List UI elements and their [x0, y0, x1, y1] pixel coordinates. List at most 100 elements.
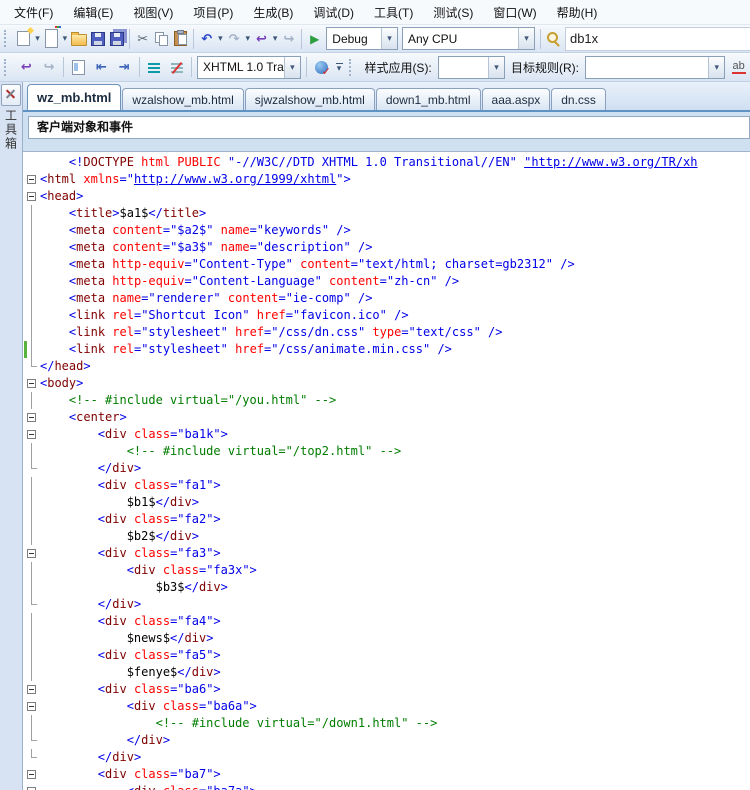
navigate-forward-button[interactable]: ↪	[38, 56, 61, 78]
code-area[interactable]: <!DOCTYPE html PUBLIC "-//W3C//DTD XHTML…	[23, 152, 750, 790]
change-bar	[24, 341, 27, 358]
schema-combo[interactable]: XHTML 1.0 Transitic	[197, 56, 301, 79]
comment-lines-button[interactable]	[143, 56, 166, 78]
tab[interactable]: sjwzalshow_mb.html	[245, 88, 375, 110]
fold-margin	[23, 392, 40, 409]
navigate-forward-icon: ↪	[280, 31, 297, 47]
menu-item[interactable]: 编辑(E)	[63, 0, 123, 25]
redo-button[interactable]: ↷	[225, 28, 244, 50]
start-debug-icon: ▶	[306, 31, 323, 47]
uncomment-lines-button[interactable]	[165, 56, 188, 78]
fold-toggle-icon[interactable]	[23, 375, 40, 392]
copy-button[interactable]	[152, 28, 171, 50]
save-button[interactable]	[88, 28, 107, 50]
fold-toggle-icon[interactable]	[23, 409, 40, 426]
menu-item[interactable]: 生成(B)	[243, 0, 303, 25]
fold-margin	[23, 460, 40, 477]
undo-icon: ↶	[198, 31, 215, 47]
chevron-down-icon[interactable]	[708, 57, 724, 78]
fold-toggle-icon[interactable]	[23, 681, 40, 698]
target-rule-combo[interactable]	[585, 56, 725, 79]
tab[interactable]: dn.css	[551, 88, 606, 110]
code-line: <meta http-equiv="Content-Language" cont…	[23, 273, 750, 290]
toolbar-grip[interactable]	[349, 59, 355, 76]
toolbar-separator	[191, 57, 192, 77]
fold-toggle-icon[interactable]	[23, 783, 40, 790]
style-apply-combo[interactable]	[438, 56, 505, 79]
find-button[interactable]	[544, 28, 563, 50]
fold-toggle-icon[interactable]	[23, 698, 40, 715]
code-line: <div class="fa5">	[23, 647, 750, 664]
redo-dropdown-icon[interactable]	[244, 28, 252, 50]
decrease-indent-button[interactable]: ⇤	[90, 56, 113, 78]
code-line: <meta name="renderer" content="ie-comp" …	[23, 290, 750, 307]
fold-margin	[23, 613, 40, 630]
add-item-button[interactable]	[42, 28, 61, 50]
menu-item[interactable]: 工具(T)	[364, 0, 423, 25]
client-objects-dropdown[interactable]: 客户端对象和事件	[28, 116, 750, 139]
debug-config-combo[interactable]: Debug	[326, 27, 398, 50]
tab[interactable]: down1_mb.html	[376, 88, 481, 110]
tab[interactable]: wzalshow_mb.html	[122, 88, 243, 110]
menu-item[interactable]: 窗口(W)	[483, 0, 546, 25]
fold-toggle-icon[interactable]	[23, 766, 40, 783]
save-all-button[interactable]	[107, 28, 126, 50]
copy-icon	[155, 32, 169, 46]
platform-combo[interactable]: Any CPU	[402, 27, 535, 50]
fold-toggle-icon[interactable]	[23, 426, 40, 443]
cut-button[interactable]: ✂	[133, 28, 152, 50]
new-item-dropdown-icon[interactable]	[33, 28, 41, 50]
tab-label: aaa.aspx	[492, 93, 541, 107]
start-debug-button[interactable]: ▶	[305, 28, 324, 50]
fold-margin	[23, 256, 40, 273]
toolbar-options-icon[interactable]	[333, 63, 346, 72]
toolbar-grip[interactable]	[4, 30, 9, 47]
code-line: <!-- #include virtual="/top2.html" -->	[23, 443, 750, 460]
add-item-dropdown-icon[interactable]	[61, 28, 69, 50]
code-line: <div class="fa2">	[23, 511, 750, 528]
menu-item[interactable]: 视图(V)	[123, 0, 183, 25]
menu-item[interactable]: 帮助(H)	[547, 0, 608, 25]
menu-item[interactable]: 项目(P)	[183, 0, 243, 25]
tab[interactable]: aaa.aspx	[482, 88, 551, 110]
fold-toggle-icon[interactable]	[23, 171, 40, 188]
format-selection-button[interactable]	[67, 56, 90, 78]
increase-indent-button[interactable]: ⇥	[113, 56, 136, 78]
chevron-down-icon[interactable]	[518, 28, 534, 49]
navigate-forward-button[interactable]: ↪	[279, 28, 298, 50]
code-line: <div class="fa4">	[23, 613, 750, 630]
navigate-backward-button[interactable]: ↩	[252, 28, 271, 50]
fold-margin	[23, 511, 40, 528]
chevron-down-icon[interactable]	[488, 57, 504, 78]
navigate-backward-dropdown-icon[interactable]	[271, 28, 279, 50]
menu-item[interactable]: 调试(D)	[303, 0, 364, 25]
code-line: <div class="ba6a">	[23, 698, 750, 715]
search-input[interactable]	[566, 30, 750, 48]
style-ab-button[interactable]	[727, 56, 750, 78]
code-line: $news$</div>	[23, 630, 750, 647]
document-area: wz_mb.html wzalshow_mb.html sjwzalshow_m…	[23, 82, 750, 790]
toolbox-tab[interactable]: 工具箱	[1, 84, 21, 151]
fold-margin	[23, 239, 40, 256]
menu-item[interactable]: 测试(S)	[423, 0, 483, 25]
open-file-button[interactable]	[69, 28, 88, 50]
menu-item[interactable]: 文件(F)	[4, 0, 63, 25]
navigate-backward-button[interactable]: ↩	[15, 56, 38, 78]
fold-margin	[23, 528, 40, 545]
code-line: <div class="ba7a">	[23, 783, 750, 790]
fold-toggle-icon[interactable]	[23, 188, 40, 205]
tab-label: dn.css	[561, 93, 596, 107]
undo-button[interactable]: ↶	[197, 28, 216, 50]
validate-document-button[interactable]	[310, 56, 333, 78]
code-line: <div class="ba6">	[23, 681, 750, 698]
fold-toggle-icon[interactable]	[23, 545, 40, 562]
navigate-forward-icon: ↪	[41, 59, 58, 75]
new-item-button[interactable]	[14, 28, 33, 50]
chevron-down-icon[interactable]	[284, 57, 300, 78]
paste-button[interactable]	[171, 28, 190, 50]
undo-dropdown-icon[interactable]	[216, 28, 224, 50]
tab[interactable]: wz_mb.html	[27, 84, 121, 110]
chevron-down-icon[interactable]	[381, 28, 397, 49]
toolbar-separator	[540, 29, 541, 49]
toolbar-grip[interactable]	[4, 59, 10, 76]
